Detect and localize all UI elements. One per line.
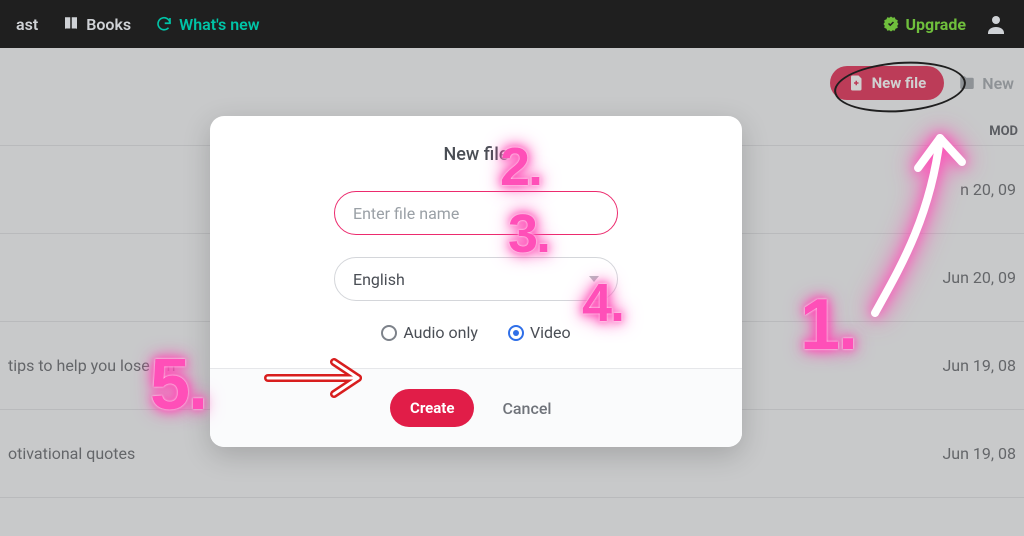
language-select[interactable]: English xyxy=(334,257,618,301)
top-nav: ast Books What's new Upgrade xyxy=(0,0,1024,48)
modal-footer: Create Cancel xyxy=(210,368,742,447)
language-value: English xyxy=(353,270,405,289)
output-type-group: Audio only Video xyxy=(256,323,696,342)
row-title: otivational quotes xyxy=(8,444,135,463)
modal-title: New file xyxy=(256,144,696,165)
user-icon[interactable] xyxy=(984,12,1008,36)
nav-podcast-label: ast xyxy=(16,15,38,34)
chevron-down-icon xyxy=(589,276,599,282)
radio-circle-icon xyxy=(508,325,524,341)
row-title: tips to help you lose igh xyxy=(8,356,175,375)
badge-check-icon xyxy=(882,15,900,33)
file-list-area: New file New MOD n 20, 09 Jun 20, 09 tip… xyxy=(0,48,1024,536)
nav-whats-new-label: What's new xyxy=(179,15,259,34)
cancel-button[interactable]: Cancel xyxy=(502,399,551,418)
nav-books[interactable]: Books xyxy=(62,15,131,34)
nav-books-label: Books xyxy=(86,15,131,34)
nav-whats-new[interactable]: What's new xyxy=(155,15,259,34)
radio-audio-label: Audio only xyxy=(403,323,478,342)
row-date: Jun 20, 09 xyxy=(942,268,1016,287)
row-date: Jun 19, 08 xyxy=(942,444,1016,463)
row-date: n 20, 09 xyxy=(960,180,1016,199)
file-name-field[interactable] xyxy=(334,191,618,235)
nav-podcast[interactable]: ast xyxy=(16,15,38,34)
radio-video-label: Video xyxy=(530,323,571,342)
upgrade-link[interactable]: Upgrade xyxy=(882,15,967,34)
upgrade-label: Upgrade xyxy=(906,15,967,34)
new-file-modal: New file English Audio only Video xyxy=(210,116,742,447)
refresh-icon xyxy=(155,15,173,33)
radio-circle-icon xyxy=(381,325,397,341)
radio-audio-only[interactable]: Audio only xyxy=(381,323,478,342)
new-folder-label: New xyxy=(982,74,1014,93)
create-button[interactable]: Create xyxy=(390,389,474,427)
row-date: Jun 19, 08 xyxy=(942,356,1016,375)
new-folder-button[interactable]: New xyxy=(958,74,1014,93)
file-name-input[interactable] xyxy=(353,204,599,223)
modified-header: MOD xyxy=(989,124,1018,139)
radio-video[interactable]: Video xyxy=(508,323,571,342)
book-icon xyxy=(62,15,80,33)
